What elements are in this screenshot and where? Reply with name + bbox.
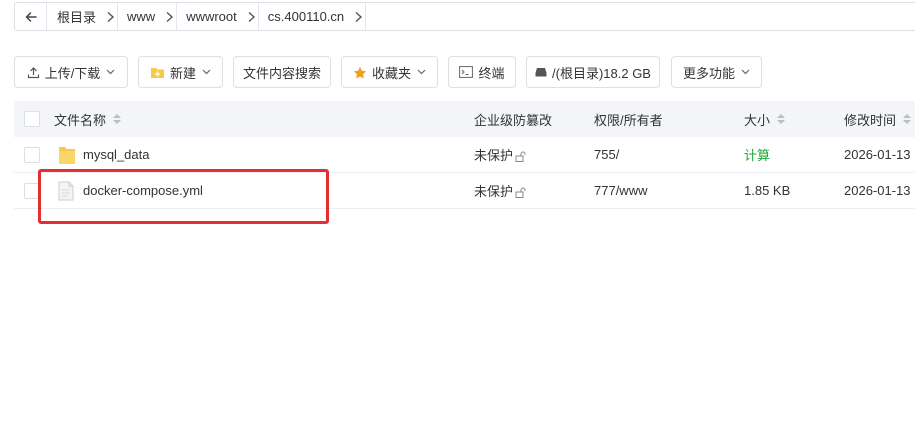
- column-modified[interactable]: 修改时间: [844, 101, 912, 137]
- modified-time: 2026-01-13: [844, 173, 911, 208]
- protection-status[interactable]: 未保护: [474, 137, 526, 172]
- protection-status[interactable]: 未保护: [474, 173, 526, 208]
- breadcrumb-label[interactable]: 根目录: [47, 7, 104, 26]
- file-size: 1.85 KB: [744, 173, 790, 208]
- disk-icon: [535, 67, 547, 77]
- chevron-down-icon: [106, 69, 115, 75]
- breadcrumb: 根目录 www wwwroot cs.400110.cn: [14, 2, 915, 31]
- more-functions-label: 更多功能: [682, 65, 735, 81]
- column-size[interactable]: 大小: [744, 101, 786, 137]
- file-name[interactable]: mysql_data: [83, 137, 149, 172]
- column-protection-label: 企业级防篡改: [474, 112, 553, 128]
- column-name[interactable]: 文件名称: [54, 101, 122, 137]
- star-icon: [353, 66, 367, 79]
- permission[interactable]: 777/www: [594, 173, 647, 208]
- disk-label: /(根目录)18.2 GB: [552, 65, 651, 81]
- calculate-size-link[interactable]: 计算: [744, 137, 770, 172]
- folder-icon: [58, 137, 76, 172]
- chevron-down-icon: [417, 69, 426, 75]
- column-name-label: 文件名称: [54, 112, 107, 128]
- disk-button[interactable]: /(根目录)18.2 GB: [526, 56, 660, 88]
- chevron-down-icon: [202, 69, 211, 75]
- breadcrumb-item-root[interactable]: 根目录: [47, 3, 119, 30]
- permission[interactable]: 755/: [594, 137, 619, 172]
- upload-download-label: 上传/下载: [44, 65, 101, 81]
- row-checkbox[interactable]: [24, 137, 40, 172]
- terminal-button[interactable]: 终端: [448, 56, 516, 88]
- column-permission-label: 权限/所有者: [594, 112, 663, 128]
- protection-label: 未保护: [474, 148, 514, 163]
- modified-time: 2026-01-13: [844, 137, 911, 172]
- file-name-label[interactable]: mysql_data: [83, 147, 149, 162]
- chevron-right-icon[interactable]: [104, 3, 119, 30]
- upload-icon: [27, 66, 40, 79]
- more-functions-button[interactable]: 更多功能: [671, 56, 762, 88]
- select-all-checkbox[interactable]: [24, 101, 40, 137]
- breadcrumb-item-site[interactable]: cs.400110.cn: [259, 3, 367, 30]
- search-content-button[interactable]: 文件内容搜索: [233, 56, 331, 88]
- size-label: 计算: [744, 148, 771, 163]
- new-folder-icon: [150, 66, 165, 79]
- chevron-right-icon[interactable]: [352, 3, 367, 30]
- favorites-label: 收藏夹: [371, 65, 411, 81]
- lock-icon: [515, 151, 526, 162]
- modified-label: 2026-01-13: [844, 183, 911, 198]
- favorites-button[interactable]: 收藏夹: [341, 56, 438, 88]
- chevron-right-icon[interactable]: [245, 3, 259, 30]
- lock-icon: [515, 187, 526, 198]
- sort-icon[interactable]: [777, 114, 786, 124]
- protection-label: 未保护: [474, 184, 514, 199]
- new-label: 新建: [169, 65, 196, 81]
- column-protection: 企业级防篡改: [474, 101, 552, 137]
- breadcrumb-label[interactable]: wwwroot: [177, 9, 245, 24]
- terminal-icon: [459, 66, 474, 78]
- sort-icon[interactable]: [113, 114, 122, 124]
- column-size-label: 大小: [744, 112, 771, 128]
- column-modified-label: 修改时间: [844, 112, 897, 128]
- permission-label: 755/: [594, 147, 620, 162]
- chevron-right-icon[interactable]: [163, 3, 178, 30]
- terminal-label: 终端: [478, 65, 505, 81]
- upload-download-button[interactable]: 上传/下载: [14, 56, 128, 88]
- permission-label: 777/www: [594, 183, 648, 198]
- new-button[interactable]: 新建: [138, 56, 223, 88]
- back-button[interactable]: [15, 3, 47, 30]
- table-row[interactable]: mysql_data 未保护 755/ 计算 2026-01-13: [14, 137, 915, 173]
- chevron-down-icon: [741, 69, 750, 75]
- breadcrumb-item-www[interactable]: www: [118, 3, 178, 30]
- column-permission: 权限/所有者: [594, 101, 663, 137]
- size-label: 1.85 KB: [744, 183, 791, 198]
- arrow-left-icon: [25, 11, 37, 22]
- search-content-label: 文件内容搜索: [242, 65, 321, 81]
- modified-label: 2026-01-13: [844, 147, 911, 162]
- breadcrumb-item-wwwroot[interactable]: wwwroot: [177, 3, 259, 30]
- table-header: 文件名称 企业级防篡改 权限/所有者 大小 修改时间: [14, 101, 915, 137]
- breadcrumb-label[interactable]: www: [118, 9, 163, 24]
- highlight-box: [38, 169, 329, 224]
- sort-icon[interactable]: [903, 114, 912, 124]
- breadcrumb-label[interactable]: cs.400110.cn: [259, 9, 352, 24]
